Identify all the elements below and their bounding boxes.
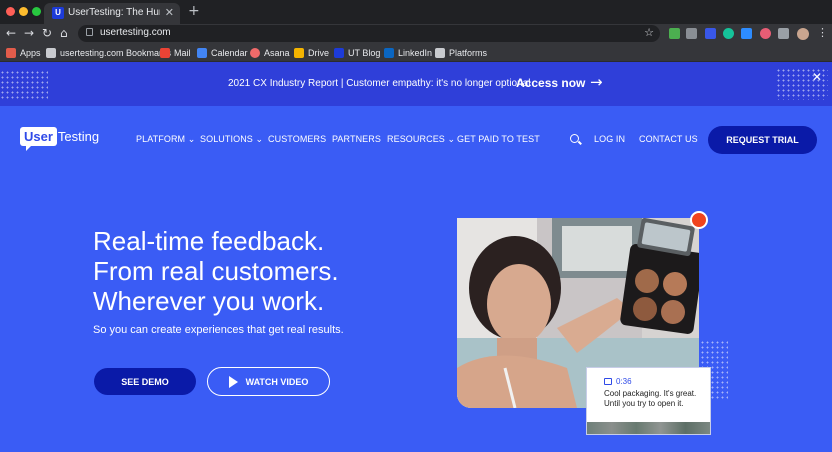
caption-timestamp: 0:36	[616, 377, 632, 386]
gmail-icon	[160, 47, 170, 58]
lock-icon	[86, 28, 93, 36]
promo-banner: 2021 CX Industry Report | Customer empat…	[0, 62, 832, 106]
recording-indicator	[690, 211, 708, 229]
chevron-down-icon: ⌄	[255, 134, 264, 144]
tab-favicon-icon: U	[52, 7, 64, 19]
promo-access-link[interactable]: Access now	[516, 76, 585, 90]
nav-customers[interactable]: CUSTOMERS	[268, 134, 326, 144]
menu-kebab-icon[interactable]: ⋮	[817, 26, 828, 39]
ut-blog-icon	[334, 47, 344, 58]
hero-line-2: From real customers.	[93, 256, 339, 286]
search-icon[interactable]	[570, 134, 579, 143]
bookmark-apps[interactable]: Apps	[6, 46, 41, 59]
extension-icon[interactable]	[669, 28, 680, 39]
logo-user: User	[20, 127, 57, 151]
bookmark-drive[interactable]: Drive	[294, 46, 329, 59]
hero-subtitle: So you can create experiences that get r…	[93, 324, 344, 336]
tab-title: UserTesting: The Human Insight Platform	[68, 7, 160, 18]
close-window-button[interactable]	[6, 7, 15, 16]
hero-headline: Real-time feedback. From real customers.…	[93, 226, 339, 316]
address-bar[interactable]: usertesting.com ☆	[78, 25, 660, 42]
maximize-window-button[interactable]	[32, 7, 41, 16]
see-demo-button[interactable]: SEE DEMO	[94, 368, 196, 395]
calendar-icon	[197, 47, 207, 58]
nav-resources[interactable]: RESOURCES ⌄	[387, 134, 455, 145]
caption-text: Cool packaging. It's great. Until you tr…	[604, 389, 697, 408]
promo-text: 2021 CX Industry Report | Customer empat…	[228, 78, 531, 89]
nav-solutions[interactable]: SOLUTIONS ⌄	[200, 134, 263, 145]
watch-video-label: WATCH VIDEO	[245, 376, 309, 387]
apps-grid-icon	[6, 47, 16, 58]
chevron-down-icon: ⌄	[187, 134, 196, 144]
folder-icon	[435, 47, 445, 58]
arrow-right-icon[interactable]: →	[590, 73, 603, 91]
camera-extension-icon[interactable]	[686, 28, 697, 39]
profile-avatar[interactable]	[797, 28, 809, 40]
hero-line-1: Real-time feedback.	[93, 226, 325, 256]
chevron-down-icon: ⌄	[447, 134, 456, 144]
bookmark-platforms[interactable]: Platforms	[435, 46, 487, 59]
bookmark-star-icon[interactable]: ☆	[644, 26, 654, 39]
video-strip-decoration	[587, 422, 710, 434]
request-trial-button[interactable]: REQUEST TRIAL	[708, 126, 817, 154]
login-link[interactable]: LOG IN	[594, 134, 625, 144]
close-icon[interactable]: ✕	[812, 70, 822, 84]
image-icon	[604, 378, 612, 385]
video-caption-card: 0:36 Cool packaging. It's great. Until y…	[586, 367, 711, 435]
logo-testing: Testing	[57, 129, 100, 144]
zoom-extension-icon[interactable]	[741, 28, 752, 39]
address-url[interactable]: usertesting.com	[100, 27, 171, 38]
folder-icon	[46, 47, 56, 58]
browser-tab[interactable]: U UserTesting: The Human Insight Platfor…	[44, 3, 180, 24]
bookmarks-bar: Apps usertesting.com Bookmarks Mail Cale…	[0, 43, 832, 62]
home-icon[interactable]: ⌂	[60, 26, 68, 40]
drive-icon	[294, 47, 304, 58]
bookmark-calendar[interactable]: Calendar	[197, 46, 248, 59]
new-tab-icon[interactable]: +	[188, 3, 200, 19]
nav-get-paid-to-test[interactable]: GET PAID TO TEST	[457, 134, 540, 144]
linkedin-icon	[384, 47, 394, 58]
record-extension-icon[interactable]	[760, 28, 771, 39]
reload-icon[interactable]: ↻	[42, 26, 52, 40]
browser-toolbar: ← → ↻ ⌂ usertesting.com ☆ ⋮	[0, 24, 832, 43]
dot-pattern-decoration	[0, 70, 48, 100]
nav-platform[interactable]: PLATFORM ⌄	[136, 134, 195, 145]
usertesting-logo[interactable]: User Testing	[20, 127, 100, 151]
puzzle-icon[interactable]	[778, 28, 789, 39]
nav-partners[interactable]: PARTNERS	[332, 134, 381, 144]
asana-icon	[250, 47, 260, 58]
tab-close-icon[interactable]: ✕	[165, 6, 174, 19]
back-icon[interactable]: ←	[6, 26, 16, 40]
minimize-window-button[interactable]	[19, 7, 28, 16]
browser-tab-bar: U UserTesting: The Human Insight Platfor…	[0, 0, 832, 24]
bookmark-ut-blog[interactable]: UT Blog	[334, 46, 380, 59]
contact-us-link[interactable]: CONTACT US	[639, 134, 698, 144]
grammarly-icon[interactable]	[723, 28, 734, 39]
play-icon	[228, 375, 238, 388]
watch-video-button[interactable]: WATCH VIDEO	[207, 367, 330, 396]
hero-line-3: Wherever you work.	[93, 286, 325, 316]
bookmark-asana[interactable]: Asana	[250, 46, 290, 59]
bookmark-mail[interactable]: Mail	[160, 46, 191, 59]
forward-icon[interactable]: →	[24, 26, 34, 40]
bookmark-linkedin[interactable]: LinkedIn	[384, 46, 432, 59]
bookmark-usertesting[interactable]: usertesting.com Bookmarks	[46, 46, 171, 59]
shield-extension-icon[interactable]	[705, 28, 716, 39]
